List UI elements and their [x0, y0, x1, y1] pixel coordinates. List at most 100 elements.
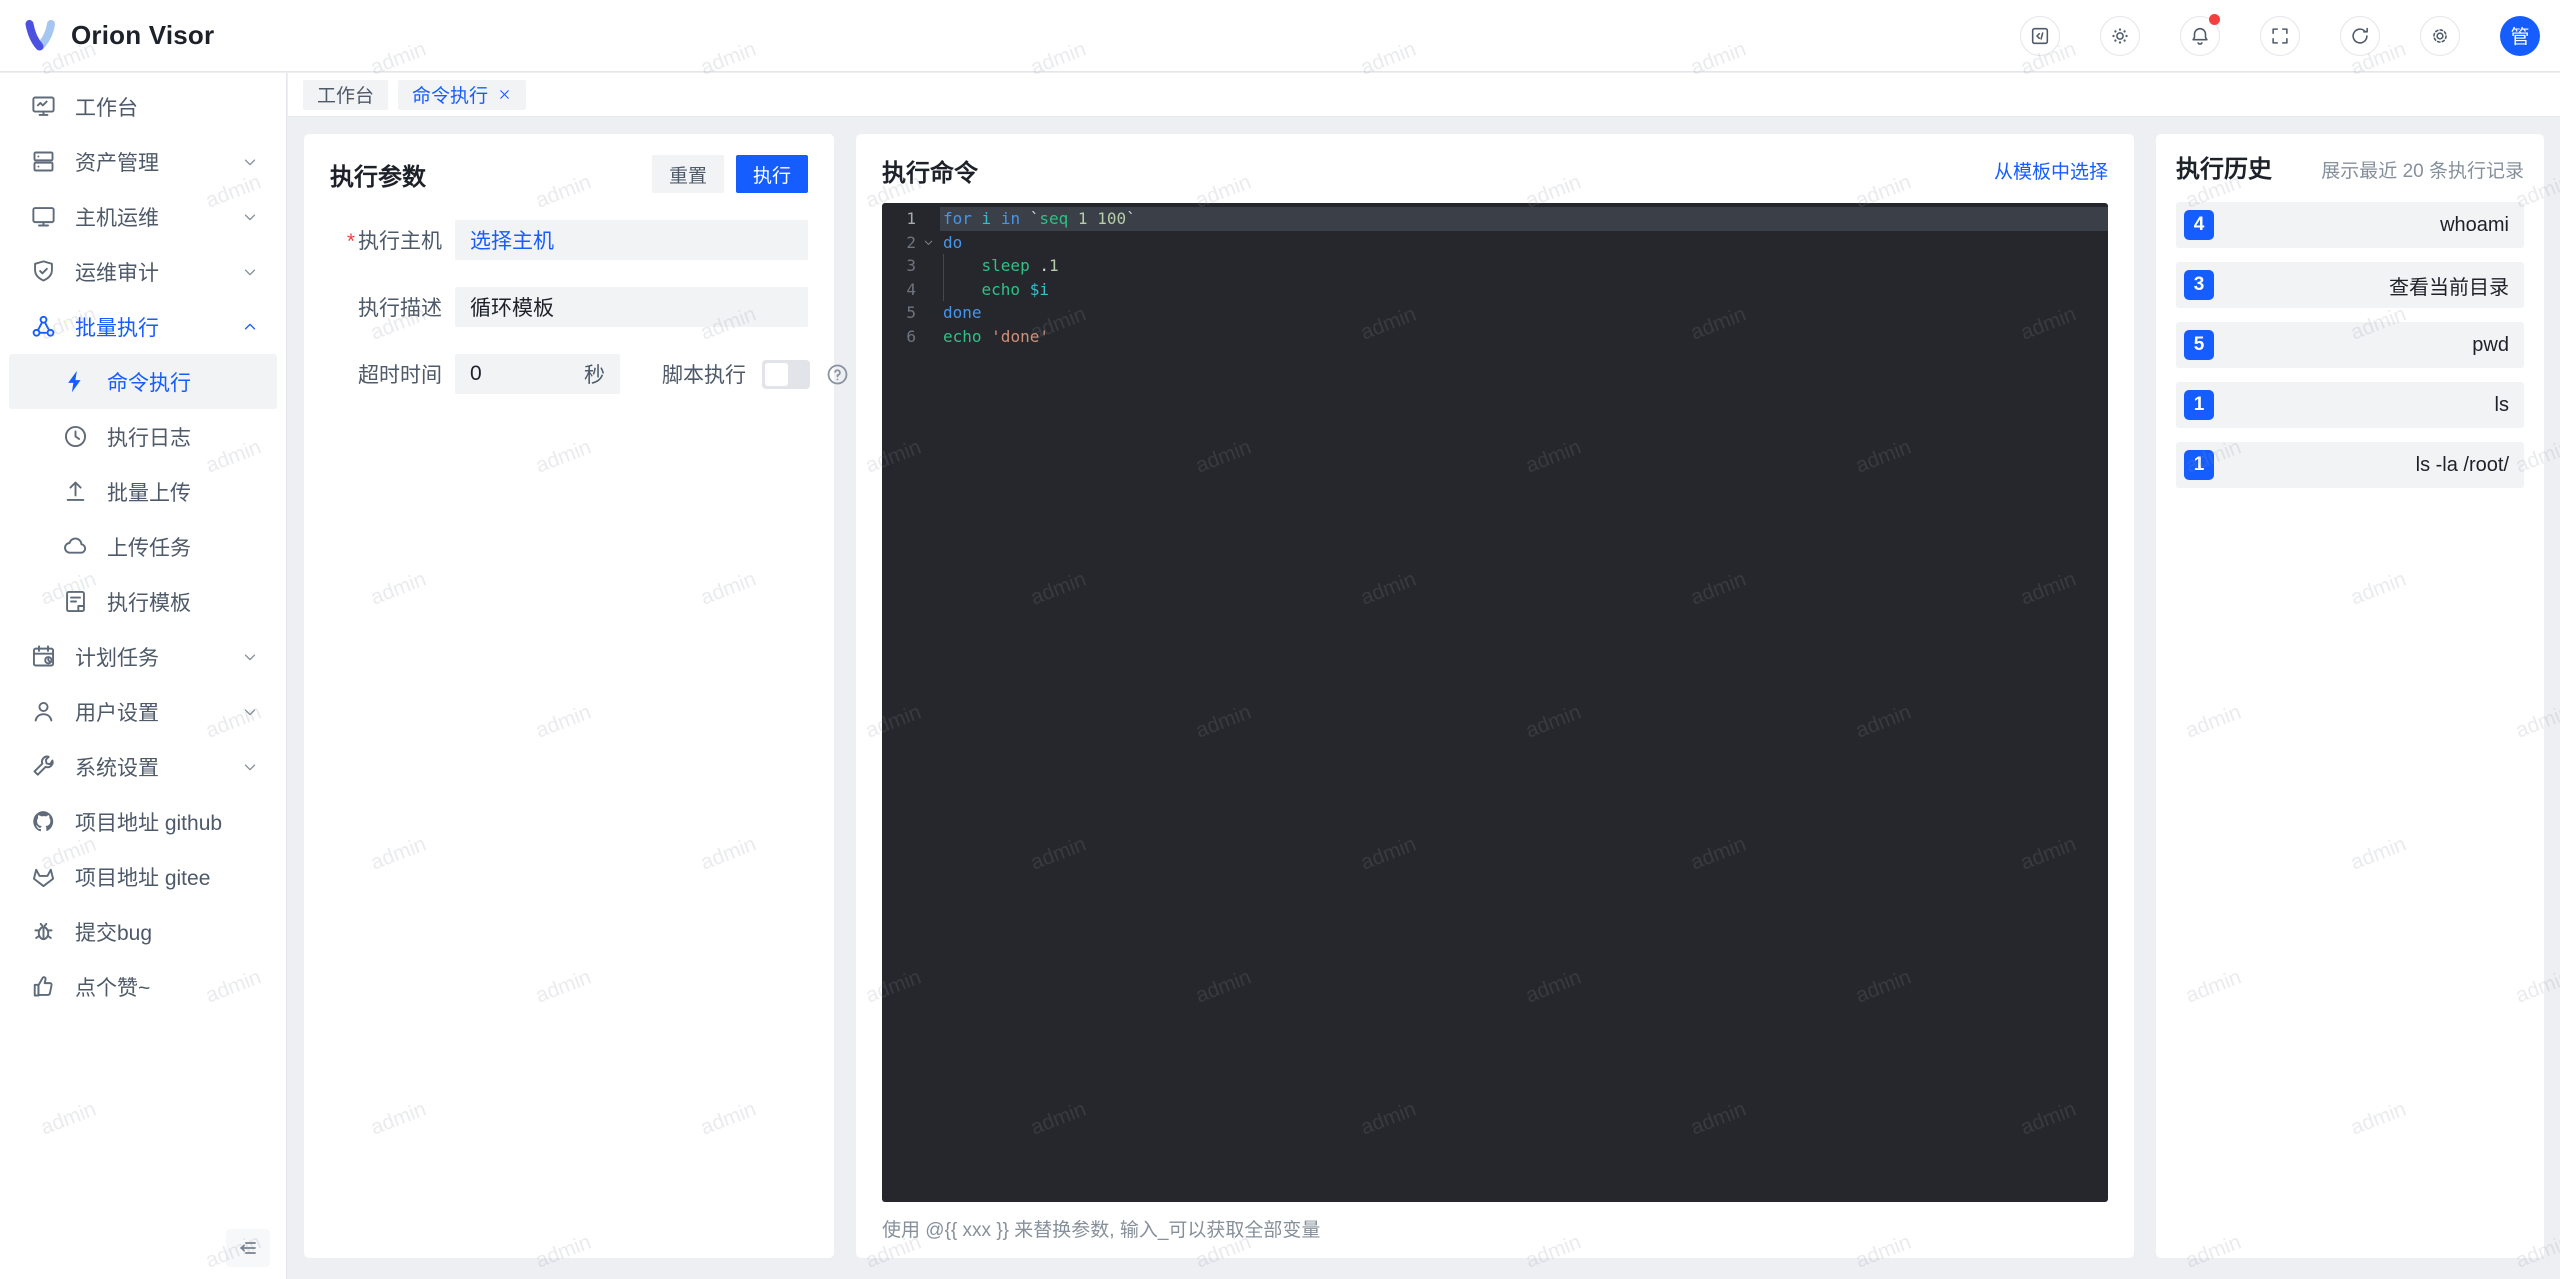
indent-guide: [943, 254, 944, 278]
lightning-icon: [62, 368, 89, 395]
help-icon[interactable]: [825, 362, 850, 387]
code-editor[interactable]: 1 for i in `seq 1 100` 2 do 3 sleep .1 4 echo…: [882, 203, 2108, 1202]
sidebar-item-label: 上传任务: [107, 536, 191, 560]
sidebar-item-label: 批量执行: [75, 316, 159, 340]
history-list: 4 whoami 3 查看当前目录 5 pwd 1 ls 1 ls -la /root/: [2176, 202, 2524, 488]
refresh-icon: [2349, 25, 2371, 47]
fullscreen-button[interactable]: [2260, 15, 2300, 56]
sidebar-item-batch-exec[interactable]: 批量执行: [9, 299, 277, 354]
app-logo: Orion Visor: [22, 19, 215, 52]
sidebar-item-label: 用户设置: [75, 701, 159, 725]
timeout-input[interactable]: 0 秒: [455, 354, 620, 394]
line-number: 4: [906, 279, 916, 299]
api-docs-button[interactable]: [2020, 15, 2060, 56]
editor-hint: 使用 @{{ xxx }} 来替换参数, 输入_可以获取全部变量: [882, 1220, 1321, 1241]
user-icon: [30, 698, 57, 725]
exec-params-panel: 执行参数 重置 执行 * 执行主机 选择主机 执行描述 循环模板 超时时间 0 秒…: [304, 134, 848, 1258]
main-content: 执行参数 重置 执行 * 执行主机 选择主机 执行描述 循环模板 超时时间 0 秒…: [288, 118, 2560, 1279]
sidebar-item-label: 批量上传: [107, 481, 191, 505]
reset-button[interactable]: 重置: [651, 155, 724, 193]
exec-history-panel: 执行历史 展示最近 20 条执行记录 4 whoami 3 查看当前目录 5 pwd 1 ls…: [2156, 134, 2544, 1258]
sidebar-menu: 工作台资产管理主机运维运维审计批量执行命令执行执行日志批量上传上传任务执行模板计…: [0, 73, 286, 1014]
calendar-icon: [30, 643, 57, 670]
cloud-icon: [62, 533, 89, 560]
sidebar-item-user-settings[interactable]: 用户设置: [9, 684, 277, 739]
execute-button[interactable]: 执行: [735, 155, 808, 193]
fold-gutter: [916, 278, 940, 302]
tab-close-icon[interactable]: [497, 87, 512, 102]
exec-command-panel: 执行命令 从模板中选择 1 for i in `seq 1 100` 2 do 3 sl…: [856, 134, 2134, 1258]
app-title: Orion Visor: [71, 20, 215, 50]
settings-button[interactable]: [2420, 15, 2460, 56]
history-command: 查看当前目录: [2389, 276, 2509, 299]
select-from-template-link[interactable]: 从模板中选择: [1994, 157, 2108, 184]
history-row[interactable]: 4 whoami: [2176, 202, 2524, 248]
notification-dot: [2209, 13, 2220, 25]
theme-icon: [2109, 25, 2131, 47]
exec-count-badge: 3: [2184, 270, 2214, 300]
sidebar-item-system-settings[interactable]: 系统设置: [9, 739, 277, 794]
indent-guide: [943, 277, 944, 301]
sidebar-item-host-ops[interactable]: 主机运维: [9, 189, 277, 244]
history-row[interactable]: 1 ls -la /root/: [2176, 442, 2524, 488]
sidebar-item-label: 系统设置: [75, 756, 159, 780]
history-title: 执行历史: [2176, 156, 2272, 183]
code-line: 6 echo 'done': [882, 325, 2108, 349]
sidebar-item-label: 执行模板: [107, 591, 191, 615]
upload-icon: [62, 478, 89, 505]
sidebar-item-command-exec[interactable]: 命令执行: [9, 354, 277, 409]
dashboard-icon: [30, 93, 57, 120]
github-icon: [30, 808, 57, 835]
sidebar-item-batch-upload[interactable]: 批量上传: [9, 464, 277, 519]
line-number: 1: [906, 209, 916, 228]
sidebar-item-exec-log[interactable]: 执行日志: [9, 409, 277, 464]
app-header: Orion Visor 管: [0, 0, 2560, 72]
history-subtitle: 展示最近 20 条执行记录: [2321, 161, 2524, 182]
code-line-content: echo 'done': [943, 326, 1049, 346]
refresh-button[interactable]: [2340, 15, 2380, 56]
tab-命令执行[interactable]: 命令执行: [398, 79, 527, 110]
notifications-button[interactable]: [2180, 13, 2220, 56]
chevron-down-icon: [241, 263, 259, 281]
sidebar-item-label: 运维审计: [75, 261, 159, 285]
sidebar-item-bug[interactable]: 提交bug: [9, 904, 277, 959]
history-command: ls -la /root/: [2415, 453, 2509, 476]
fold-chevron-icon[interactable]: [916, 231, 940, 255]
code-line-content: for i in `seq 1 100`: [940, 207, 2108, 231]
sidebar-item-assets[interactable]: 资产管理: [9, 134, 277, 189]
sidebar-item-label: 命令执行: [107, 371, 191, 395]
history-row[interactable]: 5 pwd: [2176, 322, 2524, 368]
thumbs-up-icon: [30, 973, 57, 1000]
sidebar-item-label: 提交bug: [75, 921, 153, 945]
chevron-down-icon: [241, 758, 259, 776]
line-number: 5: [906, 303, 916, 322]
host-select[interactable]: 选择主机: [455, 220, 808, 260]
gitee-icon: [30, 863, 57, 890]
description-input[interactable]: 循环模板: [455, 287, 808, 327]
line-number: 2: [906, 232, 916, 252]
sidebar-item-github[interactable]: 项目地址 github: [9, 794, 277, 849]
fold-gutter: [916, 325, 940, 349]
sidebar-item-label: 点个赞~: [75, 976, 151, 1000]
sidebar-item-like[interactable]: 点个赞~: [9, 959, 277, 1014]
sidebar-item-upload-tasks[interactable]: 上传任务: [9, 519, 277, 574]
nodes-icon: [30, 313, 57, 340]
required-mark: *: [346, 230, 355, 253]
script-exec-toggle[interactable]: [762, 359, 810, 389]
tab-工作台[interactable]: 工作台: [303, 79, 389, 110]
history-row[interactable]: 3 查看当前目录: [2176, 262, 2524, 308]
sidebar-item-label: 工作台: [75, 96, 138, 120]
clock-icon: [62, 423, 89, 450]
tab-label: 工作台: [317, 86, 375, 107]
user-avatar[interactable]: 管: [2500, 15, 2540, 56]
sidebar-item-gitee[interactable]: 项目地址 gitee: [9, 849, 277, 904]
history-row[interactable]: 1 ls: [2176, 382, 2524, 428]
sidebar-item-workbench[interactable]: 工作台: [9, 79, 277, 134]
sidebar-collapse-button[interactable]: [226, 1229, 270, 1267]
sidebar-item-label: 资产管理: [75, 151, 159, 175]
description-label: 执行描述: [358, 297, 442, 320]
sidebar-item-audit[interactable]: 运维审计: [9, 244, 277, 299]
sidebar-item-exec-template[interactable]: 执行模板: [9, 574, 277, 629]
sidebar-item-schedule[interactable]: 计划任务: [9, 629, 277, 684]
theme-button[interactable]: [2100, 15, 2140, 56]
